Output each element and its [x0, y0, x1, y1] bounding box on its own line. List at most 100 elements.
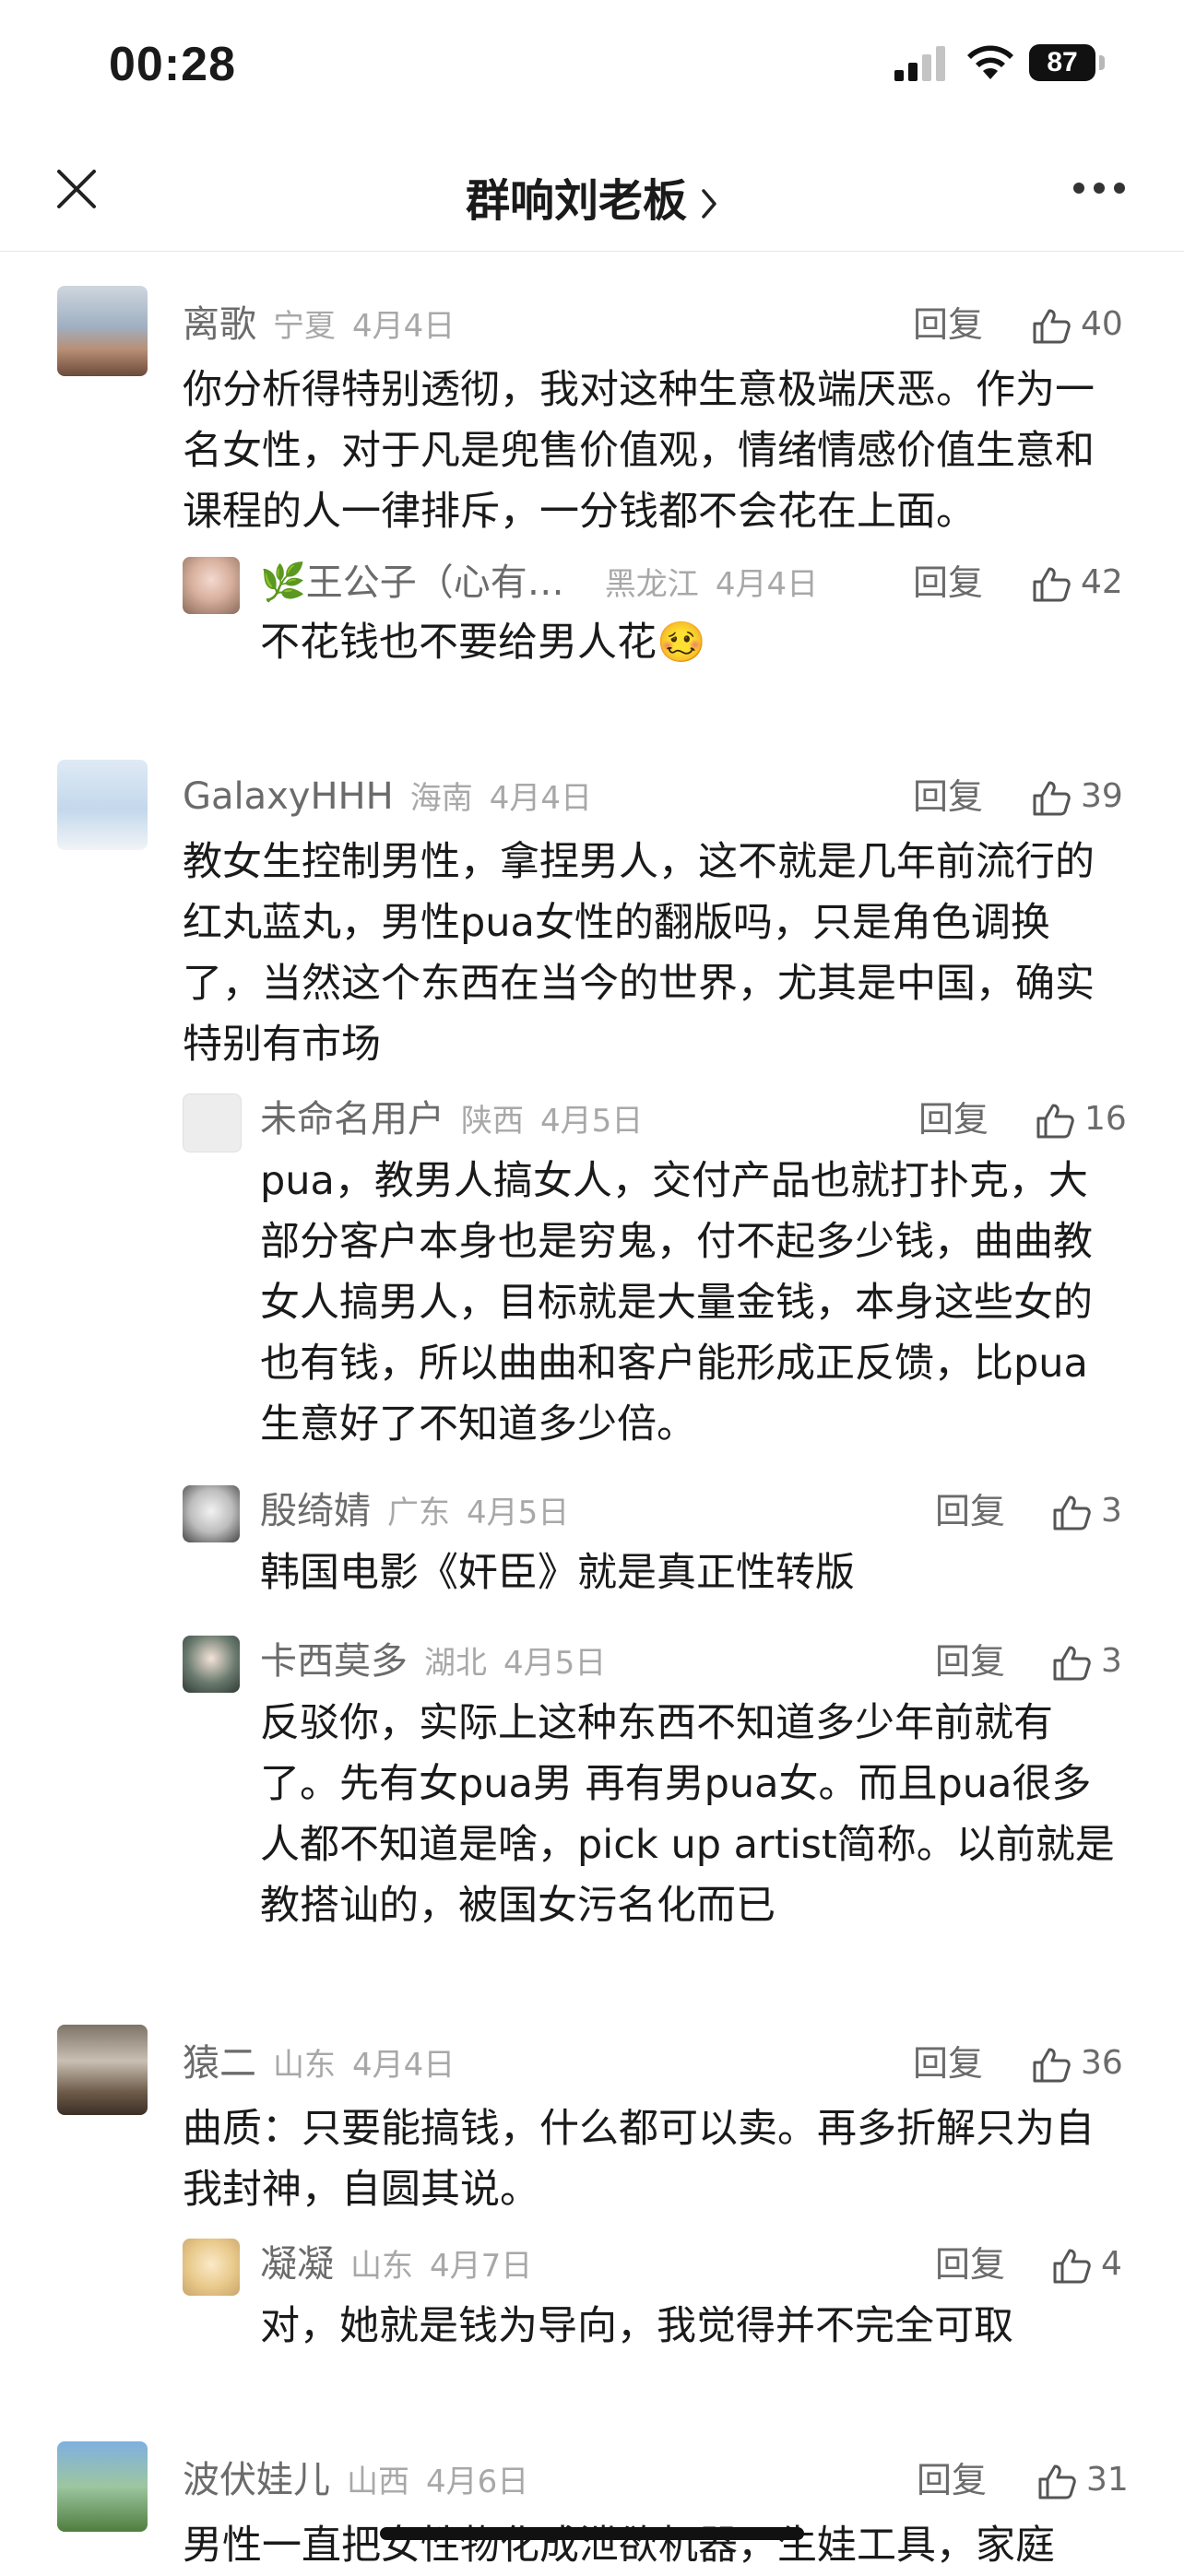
comment-meta: 波伏娃儿 山西 4月6日 — [183, 2452, 528, 2508]
thumbs-up-icon — [1033, 567, 1071, 602]
avatar[interactable] — [57, 2025, 148, 2115]
comment-text: 曲质：只要能搞钱，什么都可以卖。再多折解只为自我封神，自圆其说。 — [183, 2106, 1095, 2213]
comment-text: 教女生控制男性，拿捏男人，这不就是几年前流行的红丸蓝丸，男性pua女性的翻版吗，… — [183, 839, 1095, 1068]
comment-date: 4月7日 — [430, 2248, 533, 2285]
user-name[interactable]: 卡西莫多 — [260, 1640, 408, 1683]
cellular-signal-icon — [894, 46, 950, 81]
user-name[interactable]: 离歌 — [183, 303, 256, 346]
user-name[interactable]: 未命名用户 — [260, 1098, 444, 1140]
thumbs-up-icon — [1053, 1495, 1091, 1530]
reply-button[interactable]: 回复 — [935, 1634, 1005, 1689]
like-button[interactable]: 16 — [1035, 1092, 1127, 1147]
like-count: 3 — [1101, 1642, 1122, 1680]
thumbs-up-icon — [1033, 2048, 1071, 2083]
reply-button[interactable]: 回复 — [935, 1483, 1005, 1539]
comment-date: 4月5日 — [540, 1103, 644, 1140]
comment-meta: 🌿王公子（心有… 黑龙江 4月4日 — [260, 555, 818, 610]
comment-text: 你分析得特别透彻，我对这种生意极端厌恶。作为一名女性，对于凡是兜售价值观，情绪情… — [183, 367, 1095, 535]
avatar[interactable] — [183, 1093, 242, 1152]
comment-meta: 未命名用户 陕西 4月5日 — [260, 1092, 643, 1147]
home-indicator[interactable] — [380, 2527, 804, 2540]
like-button[interactable]: 31 — [1036, 2452, 1129, 2508]
nav-bar: 群响刘老板 — [0, 138, 1184, 252]
user-name[interactable]: 🌿王公子（心有… — [260, 561, 564, 604]
user-location: 陕西 — [461, 1103, 524, 1140]
user-name[interactable]: 波伏娃儿 — [183, 2459, 330, 2501]
like-button[interactable]: 3 — [1051, 1483, 1122, 1539]
comment-meta: 猿二 山东 4月4日 — [183, 2036, 455, 2091]
thumbs-up-icon — [1053, 2249, 1091, 2284]
battery-tip — [1099, 55, 1105, 70]
comment-meta: 卡西莫多 湖北 4月5日 — [260, 1634, 606, 1689]
reply-button[interactable]: 回复 — [913, 555, 983, 610]
comment-text: pua，教男人搞女人，交付产品也就打扑克，大部分客户本身也是穷鬼，付不起多少钱，… — [260, 1158, 1093, 1448]
comment-date: 4月5日 — [503, 1645, 607, 1682]
avatar[interactable] — [57, 760, 148, 850]
more-options-icon[interactable] — [1073, 183, 1125, 195]
like-count: 39 — [1081, 777, 1123, 815]
like-count: 3 — [1101, 1492, 1122, 1530]
user-location: 黑龙江 — [604, 566, 699, 603]
like-button[interactable]: 40 — [1031, 297, 1123, 352]
reply-button[interactable]: 回复 — [913, 2036, 983, 2091]
comment-date: 4月6日 — [426, 2464, 529, 2500]
nav-title[interactable]: 群响刘老板 — [0, 164, 1184, 229]
like-count: 42 — [1081, 563, 1123, 601]
avatar[interactable] — [183, 557, 240, 614]
user-name[interactable]: 殷绮婧 — [260, 1490, 371, 1532]
comment-text: 男性一直把女性物化成泄欲机器，生娃工具，家庭 — [183, 2523, 1055, 2569]
like-count: 40 — [1081, 305, 1123, 343]
battery-icon: 87 — [1029, 44, 1095, 81]
reply-button[interactable]: 回复 — [913, 769, 983, 824]
user-location: 宁夏 — [273, 308, 336, 345]
status-time: 00:28 — [109, 38, 236, 91]
comment-meta: 凝凝 山东 4月7日 — [260, 2237, 532, 2292]
comment-date: 4月4日 — [352, 2047, 456, 2084]
avatar[interactable] — [183, 1485, 240, 1542]
like-button[interactable]: 3 — [1051, 1634, 1122, 1689]
like-count: 36 — [1081, 2044, 1123, 2082]
thumbs-up-icon — [1036, 1104, 1074, 1139]
status-bar: 00:28 87 — [0, 0, 1184, 138]
reply-button[interactable]: 回复 — [913, 297, 983, 352]
avatar[interactable] — [183, 2239, 240, 2296]
comment-text: 反驳你，实际上这种东西不知道多少年前就有了。先有女pua男 再有男pua女。而且… — [260, 1700, 1115, 1929]
comment-text: 韩国电影《奸臣》就是真正性转版 — [260, 1550, 855, 1596]
user-location: 山东 — [273, 2047, 336, 2084]
user-name[interactable]: GalaxyHHH — [183, 775, 394, 818]
user-location: 海南 — [409, 780, 473, 817]
comment-date: 4月4日 — [489, 780, 592, 817]
reply-button[interactable]: 回复 — [917, 2452, 987, 2508]
thumbs-up-icon — [1053, 1646, 1091, 1681]
user-name[interactable]: 凝凝 — [260, 2243, 334, 2286]
like-count: 16 — [1084, 1100, 1127, 1138]
like-button[interactable]: 36 — [1031, 2036, 1123, 2091]
thumbs-up-icon — [1038, 2464, 1076, 2499]
avatar[interactable] — [183, 1636, 240, 1693]
avatar[interactable] — [57, 2441, 148, 2532]
comment-meta: GalaxyHHH 海南 4月4日 — [183, 769, 592, 824]
like-button[interactable]: 4 — [1051, 2237, 1122, 2292]
user-location: 广东 — [387, 1495, 450, 1531]
like-button[interactable]: 39 — [1031, 769, 1123, 824]
comment-meta: 殷绮婧 广东 4月5日 — [260, 1483, 569, 1539]
user-name[interactable]: 猿二 — [183, 2042, 256, 2085]
like-button[interactable]: 42 — [1031, 555, 1123, 610]
like-count: 31 — [1086, 2461, 1129, 2499]
reply-button[interactable]: 回复 — [918, 1092, 989, 1147]
like-count: 4 — [1101, 2245, 1122, 2283]
comment-text: 不花钱也不要给男人花🥴 — [260, 620, 706, 666]
user-location: 山西 — [347, 2464, 409, 2500]
comment-date: 4月4日 — [715, 566, 819, 603]
user-location: 湖北 — [424, 1645, 487, 1682]
comment-meta: 离歌 宁夏 4月4日 — [183, 297, 455, 352]
user-location: 山东 — [350, 2248, 413, 2285]
thumbs-up-icon — [1033, 781, 1071, 816]
avatar[interactable] — [57, 286, 148, 376]
nav-title-text: 群响刘老板 — [465, 175, 687, 227]
comment-date: 4月4日 — [352, 308, 456, 345]
reply-button[interactable]: 回复 — [935, 2237, 1005, 2292]
comment-text: 对，她就是钱为导向，我觉得并不完全可取 — [260, 2303, 1013, 2349]
chevron-right-icon — [702, 189, 716, 219]
thumbs-up-icon — [1033, 309, 1071, 344]
